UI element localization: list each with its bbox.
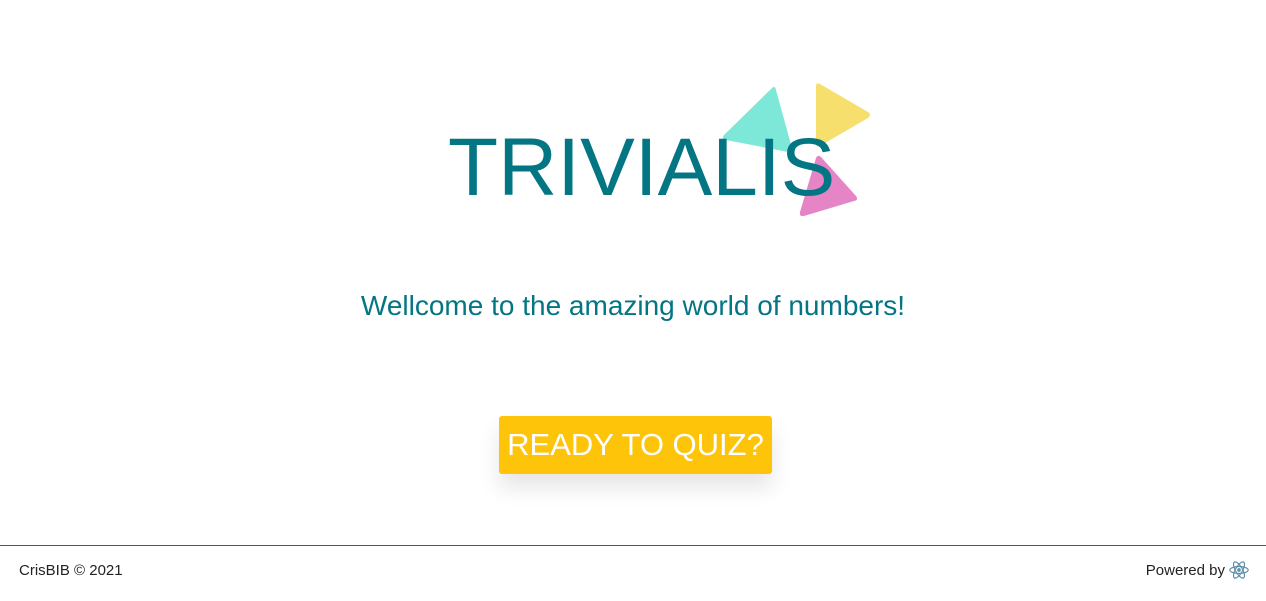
- copyright-text: CrisBIB © 2021: [19, 562, 123, 579]
- logo: TRIVIALIS: [0, 0, 1266, 240]
- page: TRIVIALIS Wellcome to the amazing world …: [0, 0, 1266, 601]
- welcome-tagline: Wellcome to the amazing world of numbers…: [360, 290, 906, 321]
- ready-to-quiz-button[interactable]: READY TO QUIZ?: [499, 416, 772, 474]
- powered-by-label: Powered by: [1145, 561, 1225, 579]
- react-icon: [1229, 561, 1249, 579]
- footer: CrisBIB © 2021 Powered by: [0, 545, 1266, 601]
- app-title: TRIVIALIS: [448, 122, 836, 213]
- powered-by-link[interactable]: Powered by: [1146, 559, 1250, 581]
